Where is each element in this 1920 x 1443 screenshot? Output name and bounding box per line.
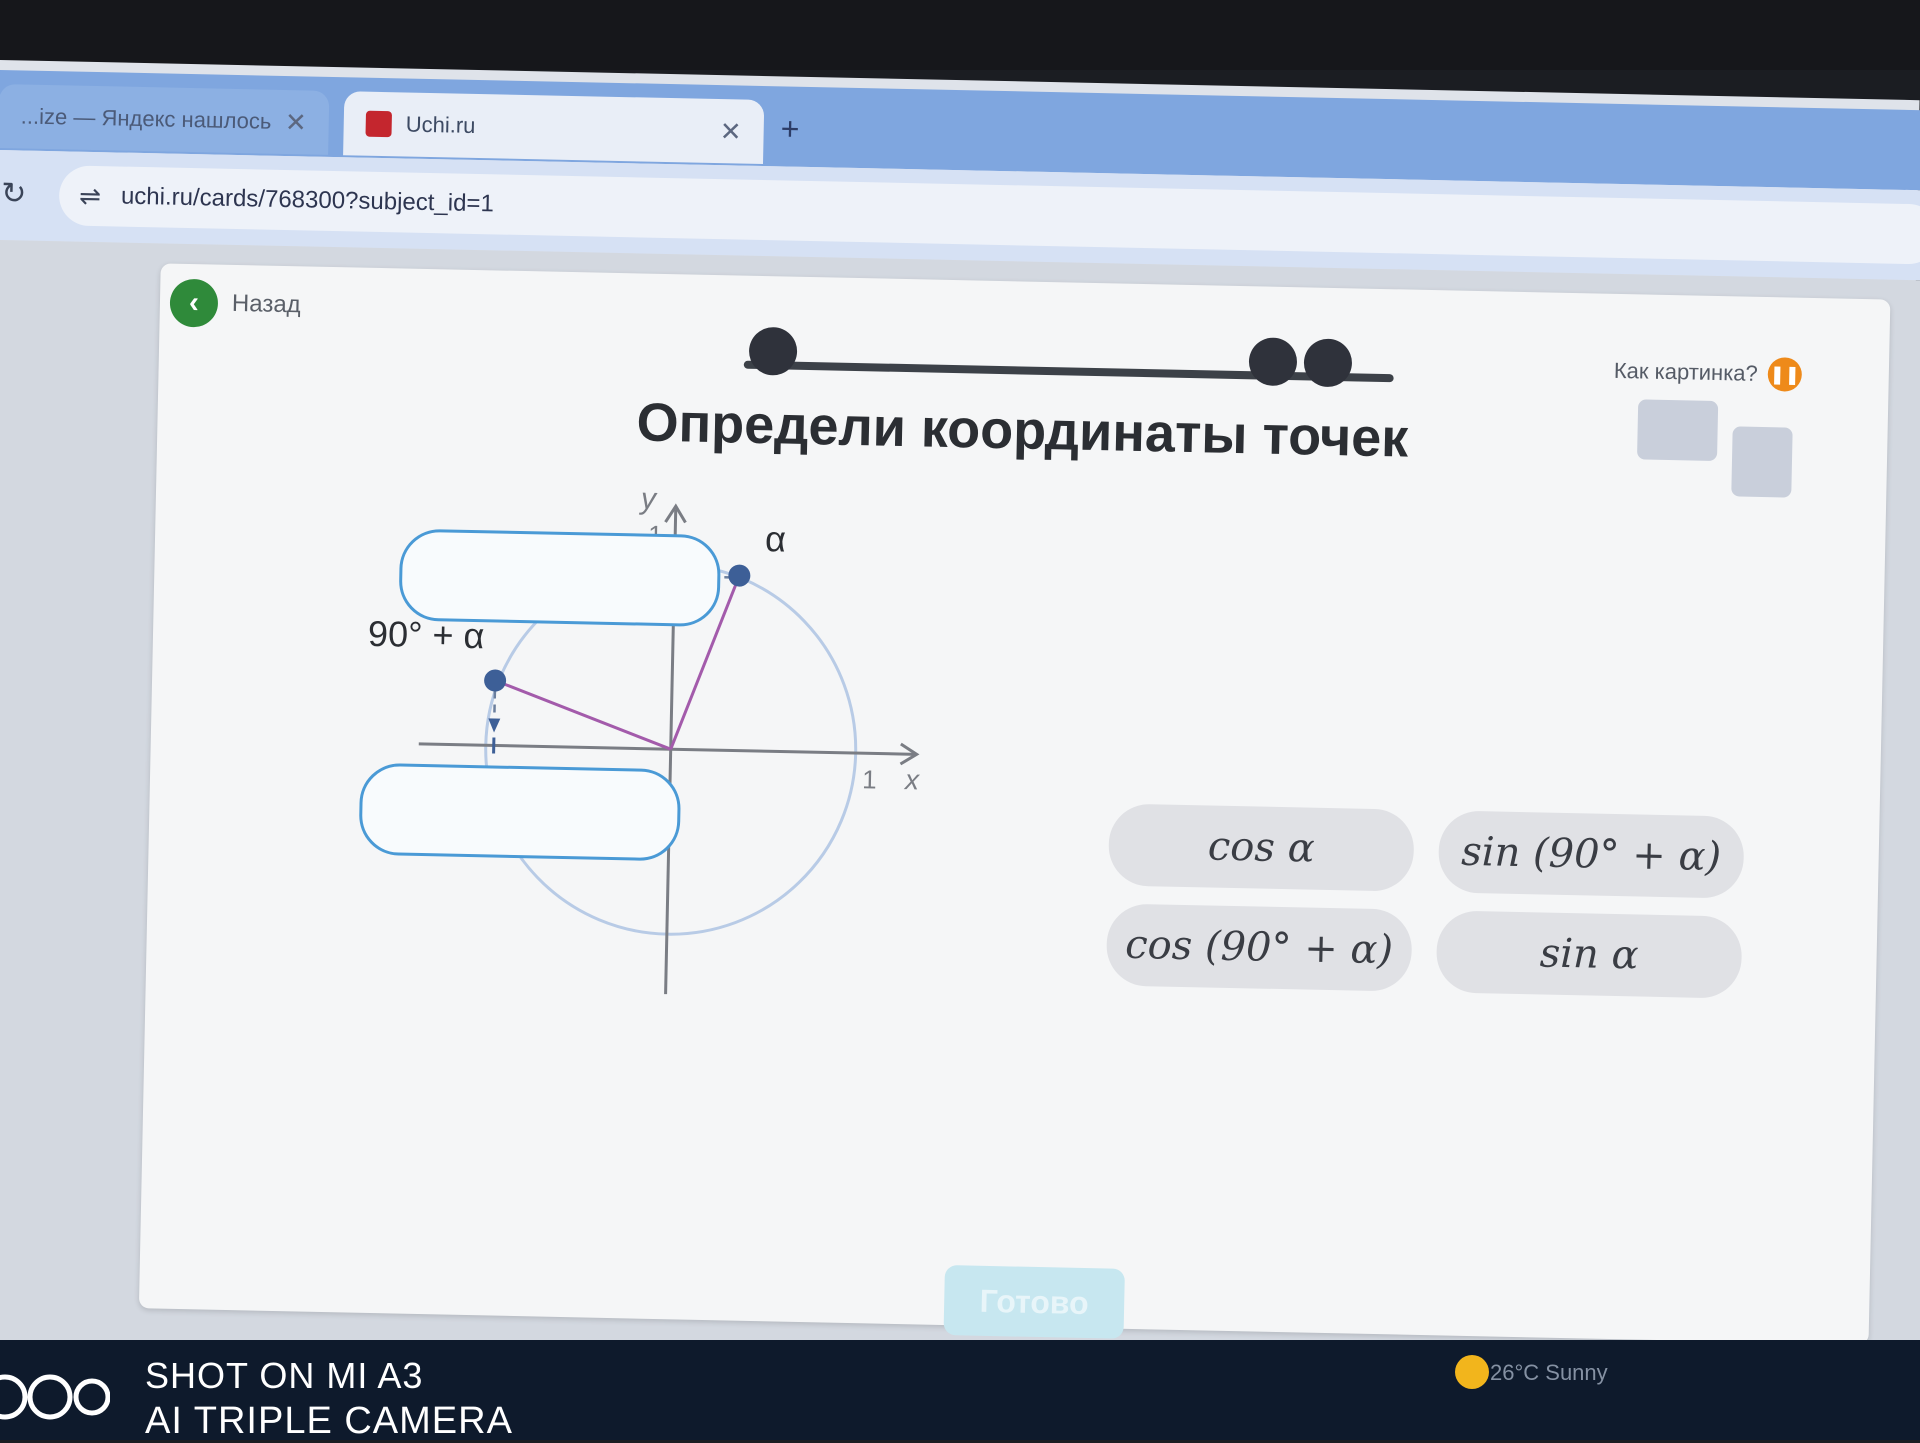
x-axis-label: x <box>903 764 921 795</box>
url-text: uchi.ru/cards/768300?subject_id=1 <box>121 183 494 219</box>
answer-slot-alpha[interactable] <box>398 528 721 627</box>
x-tick-label: 1 <box>862 764 877 794</box>
close-icon[interactable]: ✕ <box>285 106 307 137</box>
sun-icon <box>1455 1355 1489 1389</box>
pause-icon[interactable]: ❚❚ <box>1767 357 1802 392</box>
answer-slot-90-alpha[interactable] <box>358 763 681 862</box>
camera-watermark-icon <box>0 1372 110 1422</box>
answer-chip[interactable]: cos α <box>1108 803 1415 891</box>
tab-title: Uchi.ru <box>405 112 710 144</box>
radius-90-alpha <box>494 681 672 750</box>
answer-chip[interactable]: sin (90° + α) <box>1438 810 1745 898</box>
done-button[interactable]: Готово <box>944 1265 1125 1339</box>
task-card: ‹ Назад Как картинка? ❚❚ Определи коорди… <box>139 263 1891 1344</box>
page-area: ‹ Назад Как картинка? ❚❚ Определи коорди… <box>0 240 1920 1411</box>
decoration-shape <box>1731 426 1792 497</box>
y-axis-label: y <box>639 482 659 515</box>
new-tab-icon[interactable]: + <box>780 110 799 147</box>
tab-title: ...ize — Яндекс нашлось 3 м <box>21 103 276 134</box>
point-alpha <box>728 564 750 586</box>
tab-uchi[interactable]: Uchi.ru ✕ <box>343 91 764 164</box>
rate-picture[interactable]: Как картинка? ❚❚ <box>1613 354 1802 392</box>
monitor-bezel <box>0 0 1920 70</box>
tab-yandex[interactable]: ...ize — Яндекс нашлось 3 м ✕ <box>0 84 329 155</box>
decoration-shape <box>1637 399 1718 461</box>
angle-alpha-label: α <box>765 518 787 559</box>
screen: ...ize — Яндекс нашлось 3 м ✕ Uchi.ru ✕ … <box>0 60 1920 1390</box>
reload-icon[interactable]: ↻ <box>1 176 27 212</box>
uchi-favicon-icon <box>365 111 392 138</box>
answer-chip[interactable]: sin α <box>1436 910 1743 998</box>
watermark-line2: AI TRIPLE CAMERA <box>145 1400 513 1443</box>
weather-text: 26°C Sunny <box>1490 1360 1608 1386</box>
answer-chip[interactable]: cos (90° + α) <box>1106 903 1413 991</box>
close-icon[interactable]: ✕ <box>720 116 742 147</box>
arrow-down-icon <box>488 718 500 732</box>
watermark-line1: SHOT ON MI A3 <box>145 1355 423 1397</box>
rate-label: Как картинка? <box>1614 358 1758 387</box>
answer-options: cos α sin (90° + α) cos (90° + α) sin α <box>1110 803 1770 817</box>
site-settings-icon[interactable]: ⇌ <box>79 180 101 211</box>
